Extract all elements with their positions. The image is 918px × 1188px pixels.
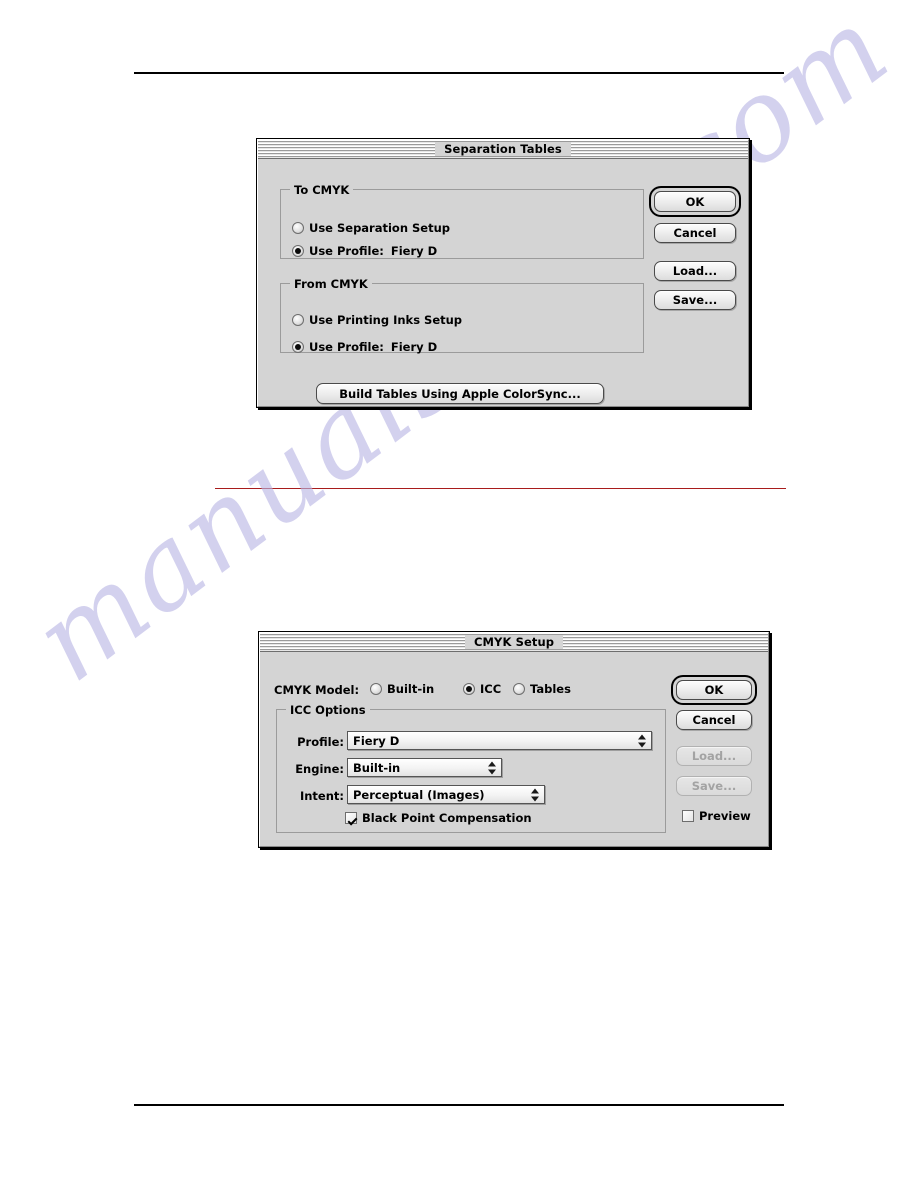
black-point-compensation-label: Black Point Compensation <box>362 811 532 825</box>
engine-field-label: Engine: <box>295 762 344 776</box>
to-cmyk-group-title: To CMYK <box>290 183 354 197</box>
load-button-label: Load... <box>691 749 737 763</box>
radio-model-tables[interactable]: Tables <box>513 682 571 696</box>
radio-icon-unchecked <box>513 683 525 695</box>
build-tables-colorsync-button[interactable]: Build Tables Using Apple ColorSync... <box>316 383 604 404</box>
radio-icon-unchecked <box>292 314 304 326</box>
cmyk-setup-titlebar[interactable]: CMYK Setup <box>260 633 768 652</box>
engine-popup-value: Built-in <box>353 760 401 775</box>
cmyk-setup-title: CMYK Setup <box>464 635 564 649</box>
radio-icon-unchecked <box>292 222 304 234</box>
checkbox-icon-checked <box>345 812 357 824</box>
ok-button-label: OK <box>704 683 724 697</box>
cancel-button[interactable]: Cancel <box>654 223 736 243</box>
checkbox-icon-unchecked <box>682 810 694 822</box>
page-footer-rule <box>134 1104 784 1106</box>
ok-button[interactable]: OK <box>654 191 736 212</box>
radio-model-built-in[interactable]: Built-in <box>370 682 434 696</box>
radio-icon-checked <box>292 341 304 353</box>
popup-arrows-icon <box>638 734 647 747</box>
radio-label: Use Profile: <box>309 244 384 258</box>
intent-popup[interactable]: Perceptual (Images) <box>347 785 545 804</box>
radio-use-profile-from-cmyk[interactable]: Use Profile: Fiery D <box>292 340 437 354</box>
radio-icon-checked <box>292 245 304 257</box>
radio-label: Tables <box>530 682 571 696</box>
radio-label: Use Printing Inks Setup <box>309 313 463 327</box>
separation-tables-titlebar[interactable]: Separation Tables <box>258 140 748 159</box>
preview-checkbox[interactable]: Preview <box>682 809 751 823</box>
profile-field-label: Profile: <box>297 735 344 749</box>
black-point-compensation-checkbox[interactable]: Black Point Compensation <box>345 811 532 825</box>
radio-model-icc[interactable]: ICC <box>463 682 501 696</box>
radio-label: Built-in <box>387 682 435 696</box>
ok-button-label: OK <box>685 194 705 209</box>
to-cmyk-profile-value: Fiery D <box>390 244 438 258</box>
popup-arrows-icon <box>488 761 497 774</box>
build-tables-colorsync-label: Build Tables Using Apple ColorSync... <box>339 386 581 401</box>
icc-options-group-title: ICC Options <box>286 703 370 717</box>
intent-field-label: Intent: <box>299 789 344 803</box>
preview-label: Preview <box>699 809 751 823</box>
radio-use-printing-inks-setup[interactable]: Use Printing Inks Setup <box>292 313 462 327</box>
profile-popup[interactable]: Fiery D <box>347 731 652 750</box>
radio-use-separation-setup[interactable]: Use Separation Setup <box>292 221 450 235</box>
from-cmyk-group-title: From CMYK <box>290 277 372 291</box>
popup-arrows-icon <box>531 788 540 801</box>
profile-popup-value: Fiery D <box>353 733 400 748</box>
section-divider-rule <box>215 488 786 490</box>
cancel-button-label: Cancel <box>673 226 717 240</box>
cmyk-setup-dialog: CMYK Setup CMYK Model: Built-in ICC Tabl… <box>258 631 770 848</box>
save-button-label: Save... <box>672 293 718 307</box>
from-cmyk-profile-value: Fiery D <box>390 340 438 354</box>
separation-tables-title: Separation Tables <box>435 142 571 156</box>
cancel-button-label: Cancel <box>692 713 736 727</box>
radio-icon-unchecked <box>370 683 382 695</box>
load-button[interactable]: Load... <box>654 261 736 281</box>
ok-button[interactable]: OK <box>676 680 752 700</box>
radio-label: Use Separation Setup <box>309 221 451 235</box>
radio-icon-checked <box>463 683 475 695</box>
save-button[interactable]: Save... <box>654 290 736 310</box>
radio-label: Use Profile: <box>309 340 384 354</box>
load-button-label: Load... <box>672 264 718 278</box>
engine-popup[interactable]: Built-in <box>347 758 502 777</box>
radio-use-profile-to-cmyk[interactable]: Use Profile: Fiery D <box>292 244 437 258</box>
separation-tables-dialog: Separation Tables To CMYK Use Separation… <box>256 138 750 408</box>
radio-label: ICC <box>480 682 502 696</box>
intent-popup-value: Perceptual (Images) <box>353 787 485 802</box>
load-button: Load... <box>676 746 752 766</box>
cancel-button[interactable]: Cancel <box>676 710 752 730</box>
save-button-label: Save... <box>691 779 737 793</box>
save-button: Save... <box>676 776 752 796</box>
page-header-rule <box>134 72 784 74</box>
cmyk-model-label: CMYK Model: <box>274 683 360 697</box>
